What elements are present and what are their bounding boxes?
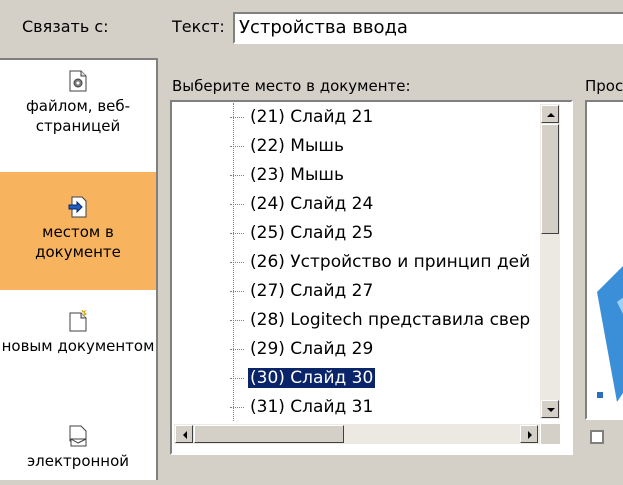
scroll-up-button[interactable] — [541, 105, 559, 123]
arrow-down-icon — [547, 408, 555, 412]
arrow-right-icon — [528, 431, 532, 439]
preview-label: Прос — [585, 77, 623, 95]
tree-item[interactable]: (28) Logitech представила свер — [230, 308, 532, 332]
tree-item[interactable]: (22) Мышь — [230, 134, 346, 158]
sidebar-item-label: новым документом — [1, 337, 155, 355]
vertical-scrollbar[interactable] — [540, 104, 560, 419]
tree-item[interactable]: (23) Мышь — [230, 163, 346, 187]
tree-item[interactable]: (29) Слайд 29 — [230, 337, 375, 361]
email-icon — [68, 425, 88, 447]
vertical-scroll-thumb[interactable] — [541, 124, 559, 234]
scroll-left-button[interactable] — [175, 425, 193, 443]
preview-image — [587, 102, 623, 418]
tree-item[interactable]: (25) Слайд 25 — [230, 221, 375, 245]
sidebar-item-label: электронной — [26, 452, 130, 470]
file-web-icon — [68, 70, 88, 92]
text-to-display-input[interactable]: Устройства ввода — [233, 12, 623, 44]
tree-item[interactable]: (26) Устройство и принцип дей — [230, 250, 532, 274]
arrow-up-icon — [547, 113, 555, 117]
tree-item[interactable]: (31) Слайд 31 — [230, 395, 375, 419]
arrow-left-icon — [183, 431, 187, 439]
place-in-document-icon — [68, 196, 88, 218]
scroll-right-button[interactable] — [520, 425, 538, 443]
sidebar-item-email[interactable]: электронной — [0, 425, 156, 485]
sidebar-item-place-in-document[interactable]: местом в документе — [0, 172, 156, 290]
horizontal-scroll-thumb[interactable] — [194, 425, 344, 443]
new-document-icon — [68, 309, 88, 332]
place-list-label: Выберите место в документе: — [172, 77, 411, 95]
preview-checkbox[interactable] — [590, 430, 604, 444]
scroll-down-button[interactable] — [541, 400, 559, 418]
link-with-label: Связать с: — [22, 17, 109, 36]
sidebar-item-new-document[interactable]: новым документом — [0, 309, 156, 410]
tree-item[interactable]: (21) Слайд 21 — [230, 105, 375, 129]
slide-preview — [585, 100, 623, 420]
tree-item[interactable]: (27) Слайд 27 — [230, 279, 375, 303]
text-field-label: Текст: — [172, 17, 225, 36]
scroll-corner — [541, 424, 560, 444]
sidebar-item-file-web[interactable]: файлом, веб-страницей — [0, 70, 156, 170]
sidebar-item-label: местом в документе — [35, 223, 121, 261]
link-type-sidebar: файлом, веб-страницей местом в документе… — [0, 58, 158, 480]
sidebar-item-label: файлом, веб-страницей — [25, 97, 131, 135]
horizontal-scrollbar[interactable] — [174, 424, 540, 444]
tree-item[interactable]: (24) Слайд 24 — [230, 192, 375, 216]
tree-item-selected[interactable]: (30) Слайд 30 — [230, 366, 377, 390]
